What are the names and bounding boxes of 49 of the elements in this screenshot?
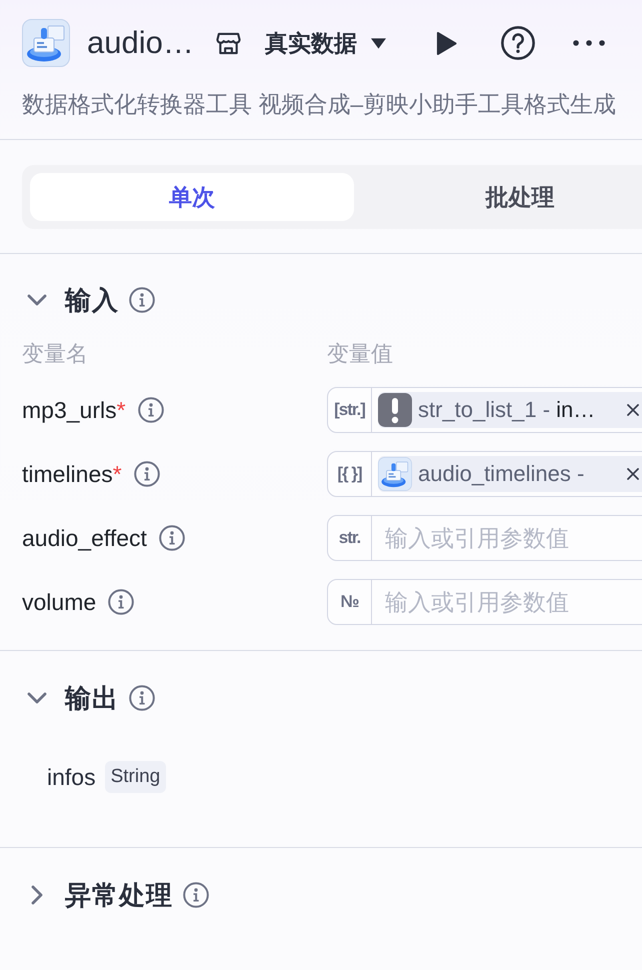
section-title: 输入 <box>65 284 119 316</box>
close-icon[interactable] <box>627 468 639 480</box>
type-tag: String <box>104 761 166 793</box>
close-icon[interactable] <box>627 404 639 416</box>
info-icon <box>158 525 185 551</box>
play-icon[interactable] <box>436 30 457 56</box>
type-selector[interactable]: № <box>327 579 372 625</box>
output-name: in… <box>556 397 596 423</box>
info-icon <box>129 685 155 711</box>
info-icon <box>108 589 134 615</box>
required-mark: * <box>112 460 122 488</box>
variable-name: volume <box>22 588 96 616</box>
variable-name: audio_effect <box>22 524 147 552</box>
value-field[interactable]: str_to_list_1 - in… <box>372 387 642 433</box>
type-selector[interactable]: [str.] <box>327 387 372 433</box>
section-title: 输出 <box>65 682 119 714</box>
mode-tab[interactable]: 批处理 <box>354 173 642 221</box>
node-name: audio_timelines - <box>418 461 584 487</box>
section-title: 异常处理 <box>65 878 173 912</box>
info-icon <box>129 287 155 313</box>
chevron-right-icon[interactable] <box>31 885 43 905</box>
store-icon[interactable] <box>216 30 241 56</box>
help-icon[interactable] <box>500 26 535 60</box>
variable-name: timelines <box>22 460 113 488</box>
value-input[interactable]: 输入或引用参数值 <box>372 579 642 625</box>
reference-tag[interactable]: str_to_list_1 - in… <box>378 392 642 428</box>
chevron-down-icon[interactable] <box>27 692 47 704</box>
caret-down-icon <box>370 38 386 48</box>
required-mark: * <box>116 396 126 424</box>
app-logo-icon <box>22 19 70 67</box>
workflow-title: audio… <box>87 25 194 61</box>
output-name: infos <box>47 764 96 790</box>
info-icon <box>183 882 209 908</box>
mode-tab[interactable]: 单次 <box>30 173 354 221</box>
workflow-description: 数据格式化转换器工具 视频合成–剪映小助手工具格式生成 <box>22 90 618 119</box>
type-selector[interactable]: str. <box>327 515 372 561</box>
variable-name: mp3_urls <box>22 396 117 424</box>
chevron-down-icon[interactable] <box>27 294 47 306</box>
value-field[interactable]: audio_timelines - <box>372 451 642 497</box>
column-header: 变量名 <box>22 340 89 368</box>
type-selector[interactable]: [{ }] <box>327 451 372 497</box>
value-input[interactable]: 输入或引用参数值 <box>372 515 642 561</box>
column-header: 变量值 <box>327 340 394 368</box>
more-icon[interactable] <box>572 40 605 46</box>
reference-tag[interactable]: audio_timelines - <box>378 456 642 492</box>
info-icon <box>138 397 164 423</box>
node-name: str_to_list_1 - <box>418 397 550 423</box>
info-icon <box>134 461 160 487</box>
data-source-dropdown[interactable]: 真实数据 <box>264 28 386 58</box>
